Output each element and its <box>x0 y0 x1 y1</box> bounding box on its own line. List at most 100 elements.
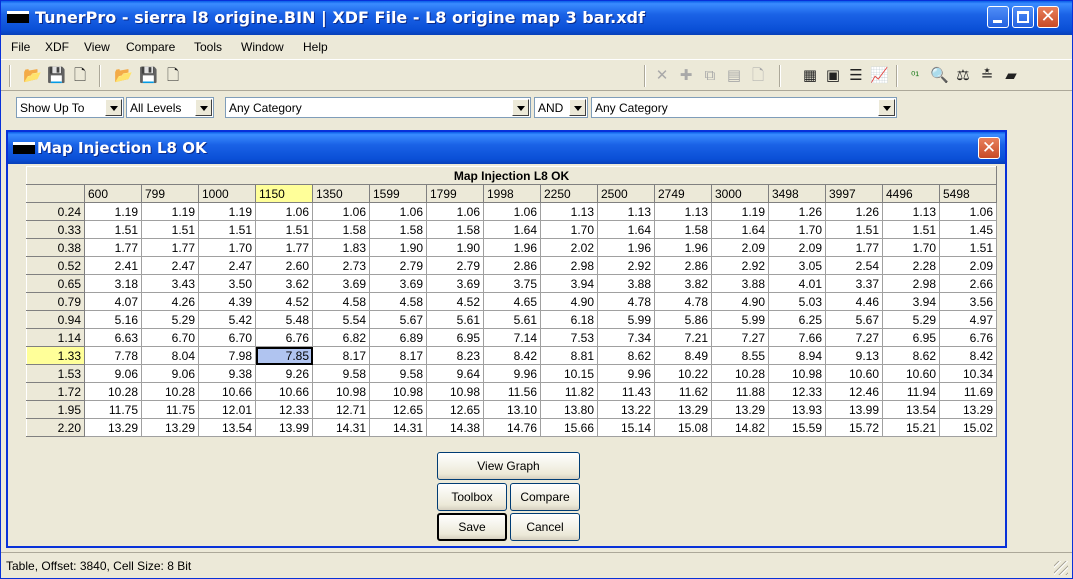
table-cell[interactable]: 7.98 <box>198 346 256 365</box>
title-bar[interactable]: TunerPro - sierra l8 origine.BIN | XDF F… <box>1 1 1072 35</box>
table-cell[interactable]: 10.98 <box>312 382 370 401</box>
table-cell[interactable]: 3.62 <box>255 274 313 293</box>
table-cell[interactable]: 1.19 <box>84 202 142 221</box>
table-cell[interactable]: 6.25 <box>768 310 826 329</box>
save-button[interactable]: Save <box>437 513 507 541</box>
table-cell[interactable]: 1.51 <box>84 220 142 239</box>
table-cell[interactable]: 11.43 <box>597 382 655 401</box>
table-cell[interactable]: 8.62 <box>882 346 940 365</box>
table-cell[interactable]: 13.29 <box>711 400 769 419</box>
cancel-button[interactable]: Cancel <box>510 513 580 541</box>
column-header[interactable]: 2250 <box>540 184 598 203</box>
table-cell[interactable]: 6.89 <box>369 328 427 347</box>
row-header[interactable]: 0.52 <box>26 256 85 275</box>
table-cell[interactable]: 10.98 <box>426 382 484 401</box>
menu-window[interactable]: Window <box>241 40 284 54</box>
table-cell[interactable]: 7.21 <box>654 328 712 347</box>
open-bin-icon[interactable]: 📂 <box>23 67 42 85</box>
table-cell[interactable]: 1.90 <box>426 238 484 257</box>
table-cell[interactable]: 3.18 <box>84 274 142 293</box>
table-cell[interactable]: 10.98 <box>369 382 427 401</box>
table-cell[interactable]: 6.18 <box>540 310 598 329</box>
table-cell[interactable]: 3.88 <box>597 274 655 293</box>
table-cell[interactable]: 15.02 <box>939 418 997 437</box>
row-header[interactable]: 1.72 <box>26 382 85 401</box>
column-header[interactable]: 600 <box>84 184 142 203</box>
selected-cell[interactable]: 7.85 <box>255 346 313 365</box>
table-cell[interactable]: 5.86 <box>654 310 712 329</box>
toolbox-button[interactable]: Toolbox <box>437 483 507 511</box>
table-cell[interactable]: 1.51 <box>825 220 883 239</box>
table-cell[interactable]: 1.13 <box>540 202 598 221</box>
table-cell[interactable]: 1.51 <box>198 220 256 239</box>
table-cell[interactable]: 7.34 <box>597 328 655 347</box>
row-header[interactable]: 0.79 <box>26 292 85 311</box>
table-cell[interactable]: 1.06 <box>939 202 997 221</box>
maximize-button[interactable] <box>1012 6 1034 28</box>
table-cell[interactable]: 1.26 <box>768 202 826 221</box>
table-cell[interactable]: 1.77 <box>255 238 313 257</box>
table-cell[interactable]: 10.34 <box>939 364 997 383</box>
table-cell[interactable]: 3.56 <box>939 292 997 311</box>
column-header[interactable]: 5498 <box>939 184 997 203</box>
table-cell[interactable]: 8.17 <box>312 346 370 365</box>
table-cell[interactable]: 1.06 <box>255 202 313 221</box>
table-cell[interactable]: 1.19 <box>198 202 256 221</box>
table-cell[interactable]: 12.71 <box>312 400 370 419</box>
save-bin-icon[interactable]: 💾 <box>47 67 66 85</box>
hardware-icon[interactable]: ▰ <box>1002 67 1020 85</box>
table-cell[interactable]: 1.77 <box>84 238 142 257</box>
table-cell[interactable]: 1.90 <box>369 238 427 257</box>
table-cell[interactable]: 4.26 <box>141 292 199 311</box>
table-cell[interactable]: 5.67 <box>825 310 883 329</box>
table-cell[interactable]: 3.37 <box>825 274 883 293</box>
search-icon[interactable]: 🔍 <box>930 67 949 85</box>
row-header[interactable]: 1.14 <box>26 328 85 347</box>
blank-page-icon[interactable]: 🗋 <box>749 67 767 85</box>
menu-compare[interactable]: Compare <box>126 40 175 54</box>
new-xdf-icon[interactable]: 🗋 <box>164 67 182 85</box>
table-cell[interactable]: 1.70 <box>768 220 826 239</box>
table-cell[interactable]: 4.52 <box>426 292 484 311</box>
table-cell[interactable]: 8.04 <box>141 346 199 365</box>
table-cell[interactable]: 1.77 <box>825 238 883 257</box>
table-cell[interactable]: 11.56 <box>483 382 541 401</box>
table-cell[interactable]: 13.54 <box>882 400 940 419</box>
table-cell[interactable]: 6.82 <box>312 328 370 347</box>
table-cell[interactable]: 3.88 <box>711 274 769 293</box>
table-cell[interactable]: 1.58 <box>426 220 484 239</box>
table-cell[interactable]: 3.05 <box>768 256 826 275</box>
row-header[interactable]: 0.94 <box>26 310 85 329</box>
table-cell[interactable]: 14.76 <box>483 418 541 437</box>
table-cell[interactable]: 2.79 <box>426 256 484 275</box>
table-cell[interactable]: 1.58 <box>312 220 370 239</box>
category-select-2[interactable]: Any Category <box>591 97 897 118</box>
table-cell[interactable]: 6.70 <box>198 328 256 347</box>
column-header[interactable]: 2749 <box>654 184 712 203</box>
table-cell[interactable]: 6.63 <box>84 328 142 347</box>
properties-icon[interactable]: ▤ <box>725 67 743 85</box>
table-cell[interactable]: 2.60 <box>255 256 313 275</box>
table-cell[interactable]: 2.98 <box>882 274 940 293</box>
table-cell[interactable]: 4.90 <box>711 292 769 311</box>
menu-help[interactable]: Help <box>303 40 328 54</box>
table-cell[interactable]: 10.28 <box>141 382 199 401</box>
table-cell[interactable]: 2.09 <box>768 238 826 257</box>
table-cell[interactable]: 9.38 <box>198 364 256 383</box>
save-xdf-icon[interactable]: 💾 <box>139 67 158 85</box>
compare-scale-icon[interactable]: ⚖ <box>954 67 972 85</box>
table-cell[interactable]: 13.29 <box>654 400 712 419</box>
table-cell[interactable]: 14.82 <box>711 418 769 437</box>
chevron-down-icon[interactable] <box>512 99 529 116</box>
table-cell[interactable]: 1.51 <box>255 220 313 239</box>
table-cell[interactable]: 11.94 <box>882 382 940 401</box>
table-cell[interactable]: 3.50 <box>198 274 256 293</box>
row-header[interactable]: 1.95 <box>26 400 85 419</box>
dialog-close-button[interactable]: ✕ <box>978 137 1000 159</box>
table-cell[interactable]: 15.66 <box>540 418 598 437</box>
table-cell[interactable]: 2.92 <box>597 256 655 275</box>
table-cell[interactable]: 5.42 <box>198 310 256 329</box>
open-xdf-icon[interactable]: 📂 <box>114 67 133 85</box>
column-header[interactable]: 2500 <box>597 184 655 203</box>
table-cell[interactable]: 13.99 <box>255 418 313 437</box>
